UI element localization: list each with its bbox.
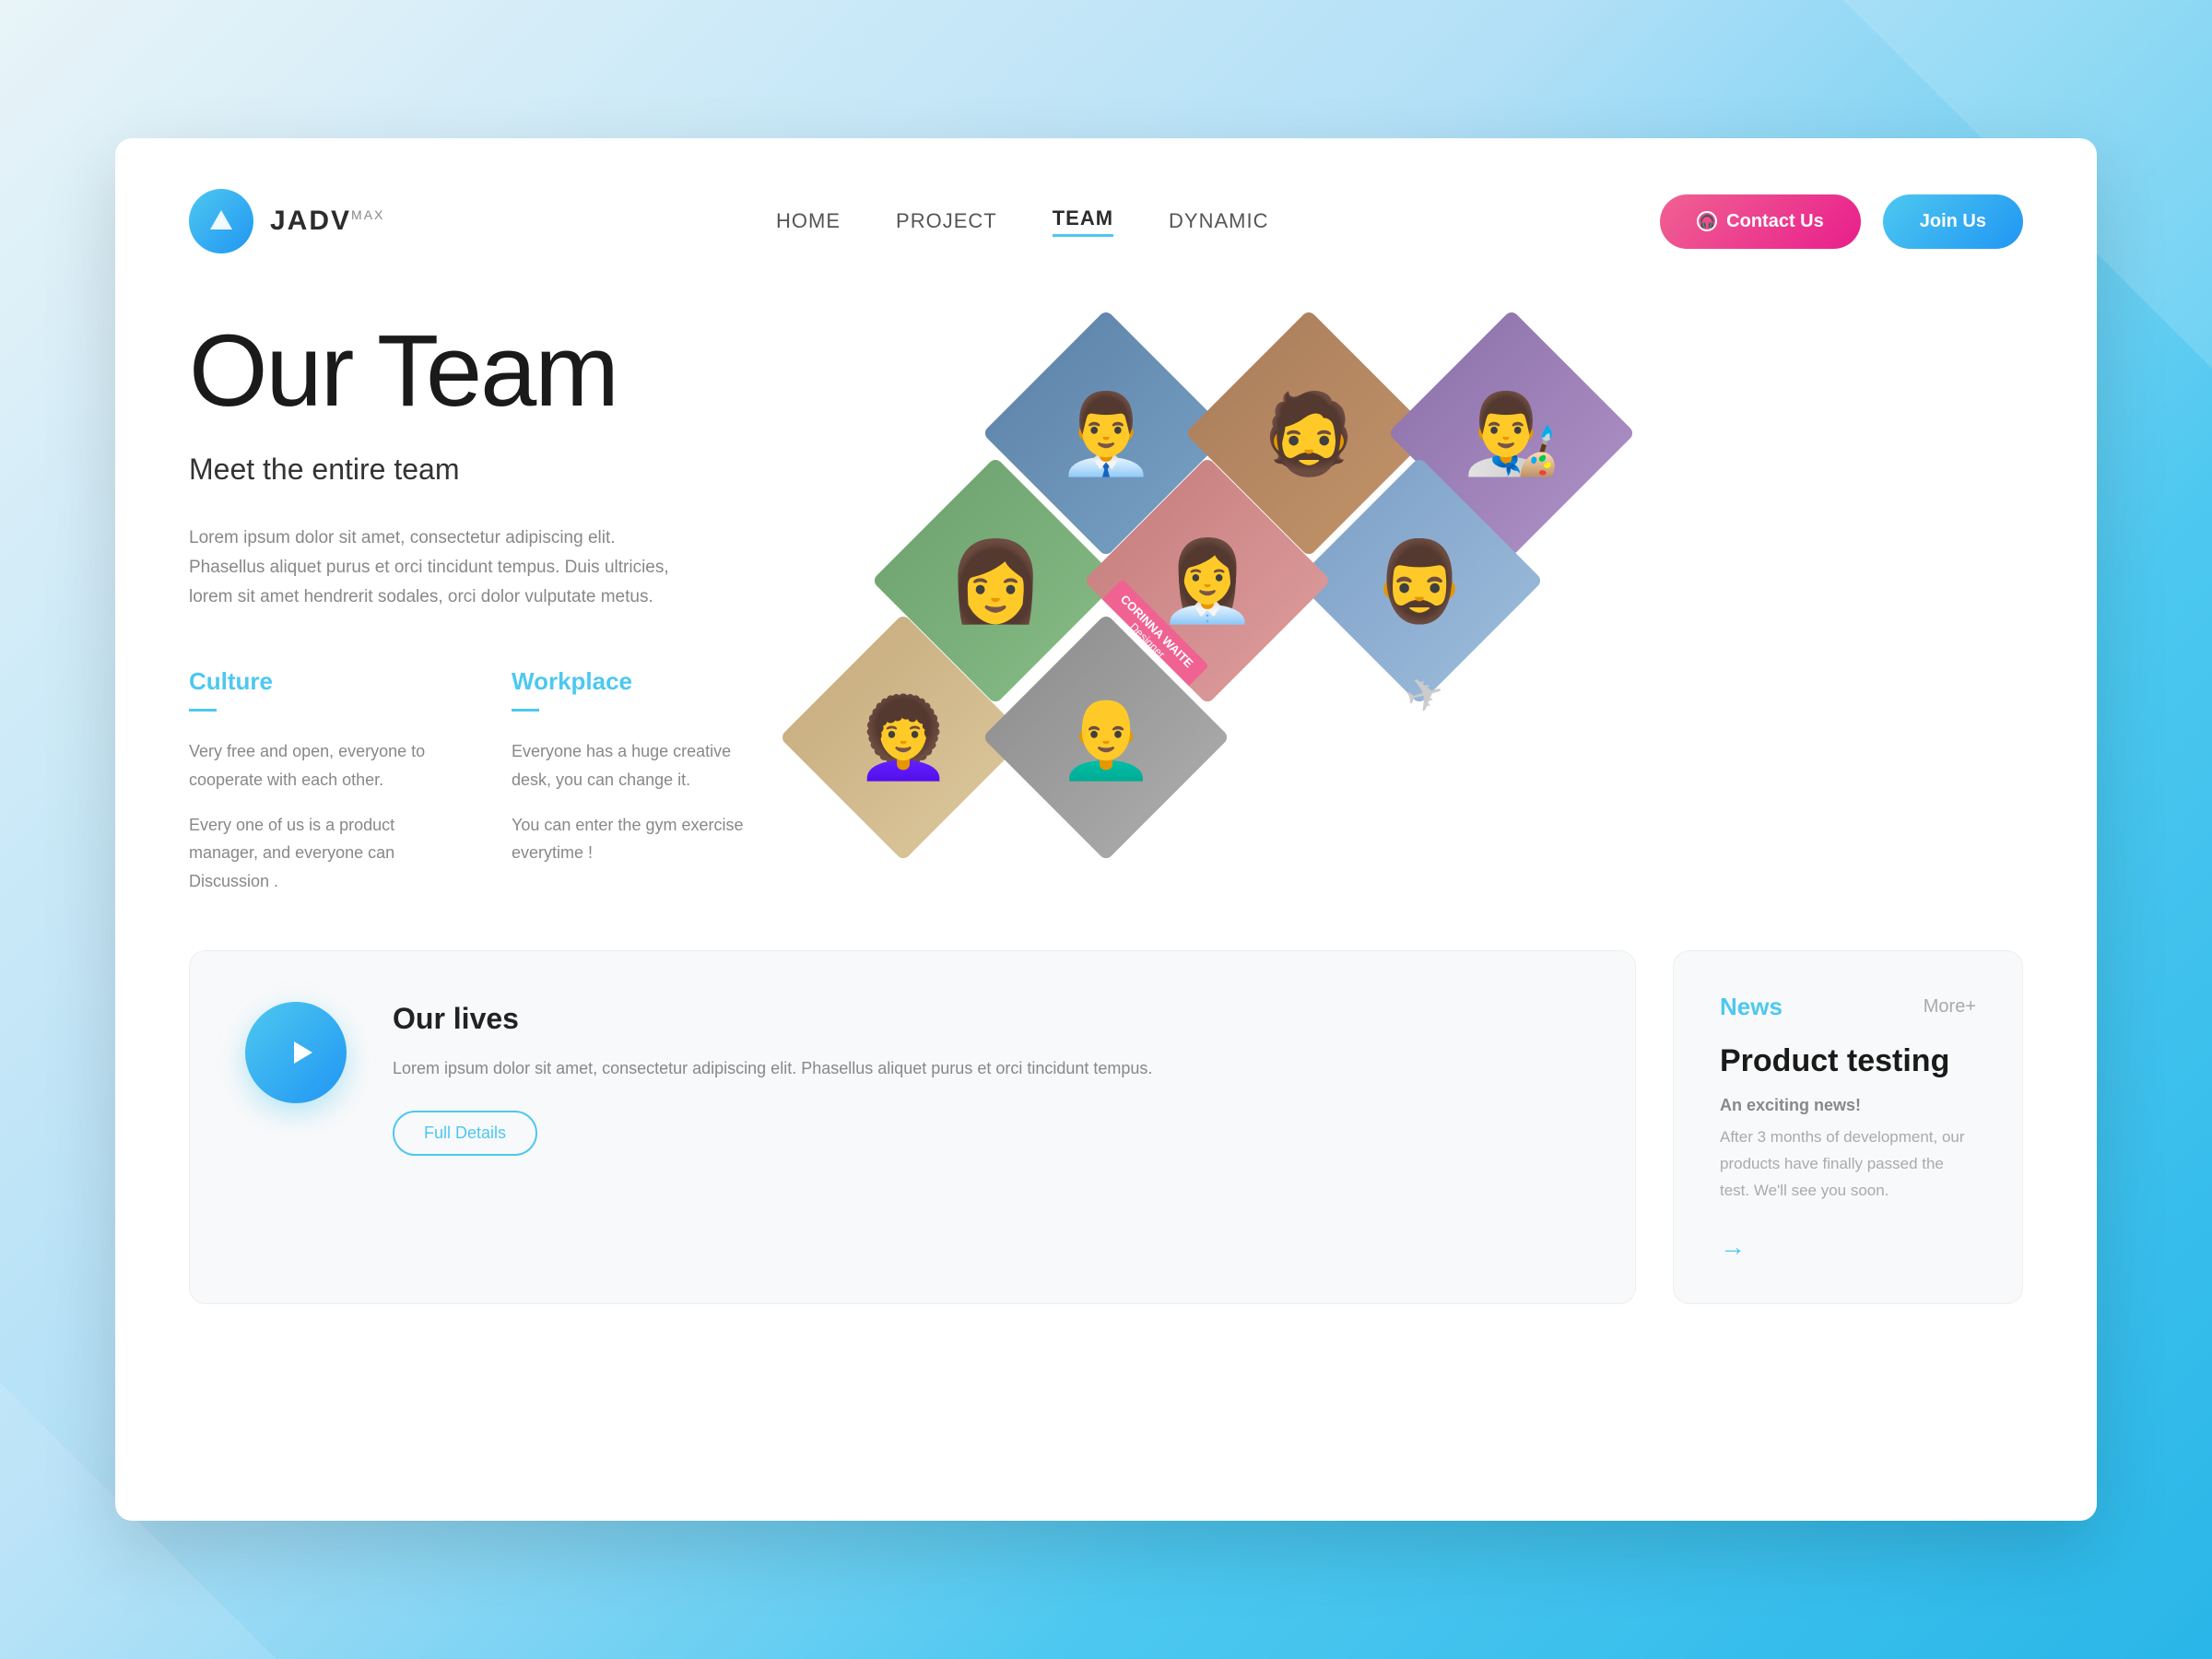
join-us-button[interactable]: Join Us: [1883, 194, 2023, 249]
news-title: Product testing: [1720, 1043, 1976, 1079]
hero-subtitle: Meet the entire team: [189, 453, 760, 487]
logo-area: JADVMAX: [189, 189, 384, 253]
full-details-button[interactable]: Full Details: [393, 1111, 537, 1156]
hero-description: Lorem ipsum dolor sit amet, consectetur …: [189, 524, 687, 613]
news-more-link[interactable]: More+: [1924, 996, 1976, 1018]
feature-workplace: Workplace Everyone has a huge creative d…: [512, 667, 760, 895]
lives-description: Lorem ipsum dolor sit amet, consectetur …: [393, 1054, 1580, 1083]
culture-text-2: Every one of us is a product manager, an…: [189, 811, 438, 896]
contact-us-button[interactable]: 🎧 Contact Us: [1660, 194, 1861, 249]
news-arrow-icon[interactable]: →: [1720, 1232, 1976, 1262]
culture-line: [189, 709, 217, 712]
logo-icon: [189, 189, 253, 253]
main-card: JADVMAX HOME PROJECT TEAM DYNAMIC 🎧 Cont…: [115, 138, 2097, 1521]
hero-title: Our Team: [189, 318, 760, 425]
nav-buttons: 🎧 Contact Us Join Us: [1660, 194, 2023, 249]
features-row: Culture Very free and open, everyone to …: [189, 667, 760, 895]
main-content: Our Team Meet the entire team Lorem ipsu…: [115, 290, 2097, 895]
workplace-text-2: You can enter the gym exercise everytime…: [512, 811, 760, 867]
lives-title: Our lives: [393, 1002, 1580, 1036]
feature-culture: Culture Very free and open, everyone to …: [189, 667, 438, 895]
nav-dynamic[interactable]: DYNAMIC: [1169, 209, 1268, 233]
news-label: News: [1720, 993, 1783, 1021]
navbar: JADVMAX HOME PROJECT TEAM DYNAMIC 🎧 Cont…: [115, 138, 2097, 290]
team-photo-grid: 👨‍💼 🧔 👨‍🎨 👩: [816, 318, 2023, 889]
news-header: News More+: [1720, 993, 1976, 1021]
nav-home[interactable]: HOME: [776, 209, 841, 233]
workplace-line: [512, 709, 539, 712]
lives-text: Our lives Lorem ipsum dolor sit amet, co…: [393, 1002, 1580, 1156]
news-body: After 3 months of development, our produ…: [1720, 1124, 1976, 1205]
workplace-text-1: Everyone has a huge creative desk, you c…: [512, 737, 760, 794]
logo-text: JADVMAX: [270, 206, 384, 237]
news-subtitle: An exciting news!: [1720, 1096, 1976, 1115]
headset-icon: 🎧: [1697, 211, 1717, 231]
workplace-title: Workplace: [512, 667, 760, 696]
culture-title: Culture: [189, 667, 438, 696]
nav-links: HOME PROJECT TEAM DYNAMIC: [776, 206, 1268, 237]
nav-team[interactable]: TEAM: [1053, 206, 1113, 237]
nav-project[interactable]: PROJECT: [896, 209, 997, 233]
diamond-grid: 👨‍💼 🧔 👨‍🎨 👩: [816, 318, 2023, 889]
culture-text-1: Very free and open, everyone to cooperat…: [189, 737, 438, 794]
lives-card: Our lives Lorem ipsum dolor sit amet, co…: [189, 950, 1636, 1304]
bottom-section: Our lives Lorem ipsum dolor sit amet, co…: [115, 895, 2097, 1378]
play-button[interactable]: [245, 1002, 347, 1103]
news-card: News More+ Product testing An exciting n…: [1673, 950, 2023, 1304]
left-content: Our Team Meet the entire team Lorem ipsu…: [189, 318, 760, 895]
